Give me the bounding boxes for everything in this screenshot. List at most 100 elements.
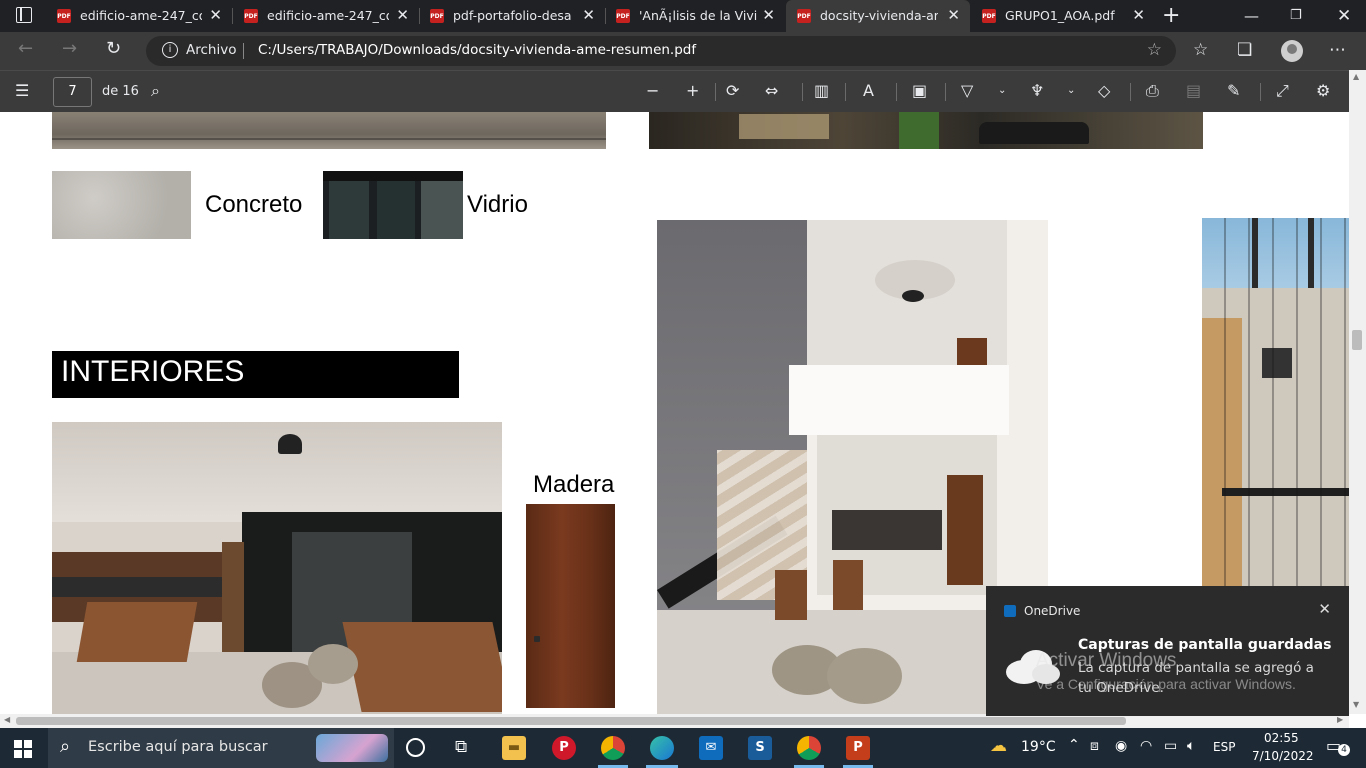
- pdf-icon: PDF: [57, 9, 71, 23]
- fit-width-icon[interactable]: ⇔: [765, 81, 778, 100]
- weather-icon[interactable]: ☁: [990, 736, 1007, 756]
- interior-living-photo: [52, 422, 502, 714]
- tab-strip: PDF edificio-ame-247_com ✕ PDF edificio-…: [0, 0, 1366, 32]
- tab-docsity-vivienda[interactable]: PDF docsity-vivienda-ame- ✕: [786, 0, 970, 32]
- collections-icon[interactable]: ❏: [1237, 40, 1252, 60]
- mail-icon[interactable]: ✉: [699, 736, 723, 760]
- exterior-photo-left: [52, 112, 606, 149]
- save-icon[interactable]: ▤: [1186, 81, 1201, 100]
- windows-start-icon[interactable]: [14, 740, 32, 758]
- tray-chevron-up-icon[interactable]: ⌃: [1068, 737, 1080, 753]
- tab-title: edificio-ame-247_com: [267, 8, 389, 23]
- concrete-swatch: [52, 171, 191, 239]
- chrome-icon[interactable]: [601, 736, 625, 760]
- tab-analisis-vivienda[interactable]: PDF 'AnÃ¡lisis de la Viviend ✕: [605, 0, 785, 32]
- tab-pdf-portafolio[interactable]: PDF pdf-portafolio-desarro ✕: [419, 0, 605, 32]
- close-window-icon[interactable]: ✕: [1337, 0, 1351, 32]
- clock-time[interactable]: 02:55: [1264, 731, 1299, 745]
- taskbar-search-box[interactable]: ⌕ Escribe aquí para buscar: [48, 728, 394, 768]
- concrete-label: Concreto: [205, 191, 303, 218]
- clock-date[interactable]: 7/10/2022: [1252, 749, 1314, 763]
- network-icon[interactable]: ◠: [1140, 738, 1152, 754]
- close-tab-icon[interactable]: ✕: [209, 6, 222, 24]
- vertical-scrollbar[interactable]: ▲ ▼: [1349, 70, 1366, 714]
- url-field[interactable]: i Archivo C:/Users/TRABAJO/Downloads/doc…: [146, 36, 1176, 66]
- close-notification-icon[interactable]: ✕: [1318, 600, 1331, 618]
- scroll-left-icon[interactable]: ◀: [4, 715, 10, 724]
- tab-title: docsity-vivienda-ame-: [820, 8, 938, 23]
- minimize-icon[interactable]: —: [1244, 0, 1259, 32]
- onedrive-icon: [1004, 605, 1016, 617]
- horizontal-scroll-thumb[interactable]: [16, 717, 1126, 725]
- search-highlight-icon[interactable]: [316, 734, 388, 762]
- favorites-icon[interactable]: ☆: [1193, 40, 1208, 60]
- tab-edificio-ame-1[interactable]: PDF edificio-ame-247_com ✕: [46, 0, 232, 32]
- settings-gear-icon[interactable]: ⚙: [1316, 81, 1330, 100]
- chrome-profile-icon[interactable]: [797, 736, 821, 760]
- scroll-right-icon[interactable]: ▶: [1337, 715, 1343, 724]
- file-explorer-icon[interactable]: ▬: [502, 736, 526, 760]
- eraser-icon[interactable]: ◇: [1098, 81, 1110, 100]
- pinterest-icon[interactable]: P: [552, 736, 576, 760]
- rotate-icon[interactable]: ⟳: [726, 81, 739, 100]
- sketchup-icon[interactable]: S: [748, 736, 772, 760]
- horizontal-scrollbar[interactable]: ◀ ▶: [0, 714, 1349, 728]
- search-icon[interactable]: ⌕: [151, 81, 160, 101]
- vertical-scroll-thumb[interactable]: [1352, 330, 1362, 350]
- add-favorite-icon[interactable]: ☆: [1147, 40, 1162, 60]
- glass-label: Vidrio: [467, 191, 528, 218]
- tab-edificio-ame-2[interactable]: PDF edificio-ame-247_com ✕: [233, 0, 419, 32]
- avatar[interactable]: [1281, 40, 1303, 62]
- scroll-down-icon[interactable]: ▼: [1353, 700, 1359, 709]
- fullscreen-icon[interactable]: ⤢: [1276, 81, 1289, 101]
- tab-title: GRUPO1_AOA.pdf: [1005, 8, 1115, 23]
- close-tab-icon[interactable]: ✕: [1132, 6, 1145, 24]
- highlight-icon[interactable]: ♆: [1030, 81, 1044, 100]
- close-tab-icon[interactable]: ✕: [396, 6, 409, 24]
- highlight-options-chevron-down-icon[interactable]: ⌄: [1067, 85, 1075, 96]
- forward-icon[interactable]: →: [62, 38, 77, 59]
- read-aloud-icon[interactable]: A: [863, 81, 874, 100]
- tab-title: edificio-ame-247_com: [80, 8, 202, 23]
- cortana-icon[interactable]: [406, 738, 425, 757]
- volume-icon[interactable]: 🔈︎: [1187, 738, 1195, 754]
- close-tab-icon[interactable]: ✕: [762, 6, 775, 24]
- tab-grupo1-aoa[interactable]: PDF GRUPO1_AOA.pdf ✕: [971, 0, 1155, 32]
- scroll-up-icon[interactable]: ▲: [1353, 72, 1359, 81]
- text-box-icon[interactable]: ▣: [912, 81, 927, 100]
- save-as-icon[interactable]: ✎: [1227, 81, 1240, 100]
- print-icon[interactable]: ⎙: [1146, 81, 1159, 101]
- edge-icon[interactable]: [650, 736, 674, 760]
- wood-label: Madera: [533, 471, 615, 498]
- more-options-icon[interactable]: ⋯: [1329, 40, 1346, 60]
- glass-swatch: [323, 171, 463, 239]
- close-tab-icon[interactable]: ✕: [582, 6, 595, 24]
- draw-options-chevron-down-icon[interactable]: ⌄: [998, 85, 1006, 96]
- meet-icon[interactable]: ⧈: [1090, 738, 1099, 754]
- refresh-icon[interactable]: ↻: [106, 38, 121, 59]
- draw-icon[interactable]: ▽: [961, 81, 973, 100]
- language-indicator[interactable]: ESP: [1213, 740, 1235, 754]
- exterior-photo-right: [649, 112, 1203, 149]
- powerpoint-icon[interactable]: P: [846, 736, 870, 760]
- url-text[interactable]: C:/Users/TRABAJO/Downloads/docsity-vivie…: [258, 42, 696, 58]
- close-tab-icon[interactable]: ✕: [947, 6, 960, 24]
- security-icon[interactable]: ◉: [1115, 738, 1127, 754]
- tab-title: 'AnÃ¡lisis de la Viviend: [639, 8, 757, 23]
- tab-actions-icon[interactable]: [16, 7, 32, 23]
- restore-icon[interactable]: ❐: [1290, 0, 1302, 32]
- back-icon[interactable]: ←: [18, 38, 33, 59]
- page-number-input[interactable]: 7: [53, 77, 92, 107]
- taskbar: ⌕ Escribe aquí para buscar ⧉ ▬ P ✉ S P ☁…: [0, 728, 1366, 768]
- new-tab-icon[interactable]: +: [1162, 3, 1180, 28]
- battery-icon[interactable]: ▭: [1164, 738, 1177, 754]
- task-view-icon[interactable]: ⧉: [455, 737, 467, 757]
- zoom-out-icon[interactable]: −: [646, 81, 659, 100]
- pdf-icon: PDF: [430, 9, 444, 23]
- weather-temp[interactable]: 19°C: [1021, 739, 1056, 755]
- contents-icon[interactable]: ☰: [15, 81, 29, 100]
- info-icon[interactable]: i: [162, 42, 178, 58]
- notification-count-badge: 4: [1338, 744, 1350, 756]
- page-view-icon[interactable]: ▥: [814, 81, 829, 100]
- zoom-in-icon[interactable]: +: [686, 81, 699, 100]
